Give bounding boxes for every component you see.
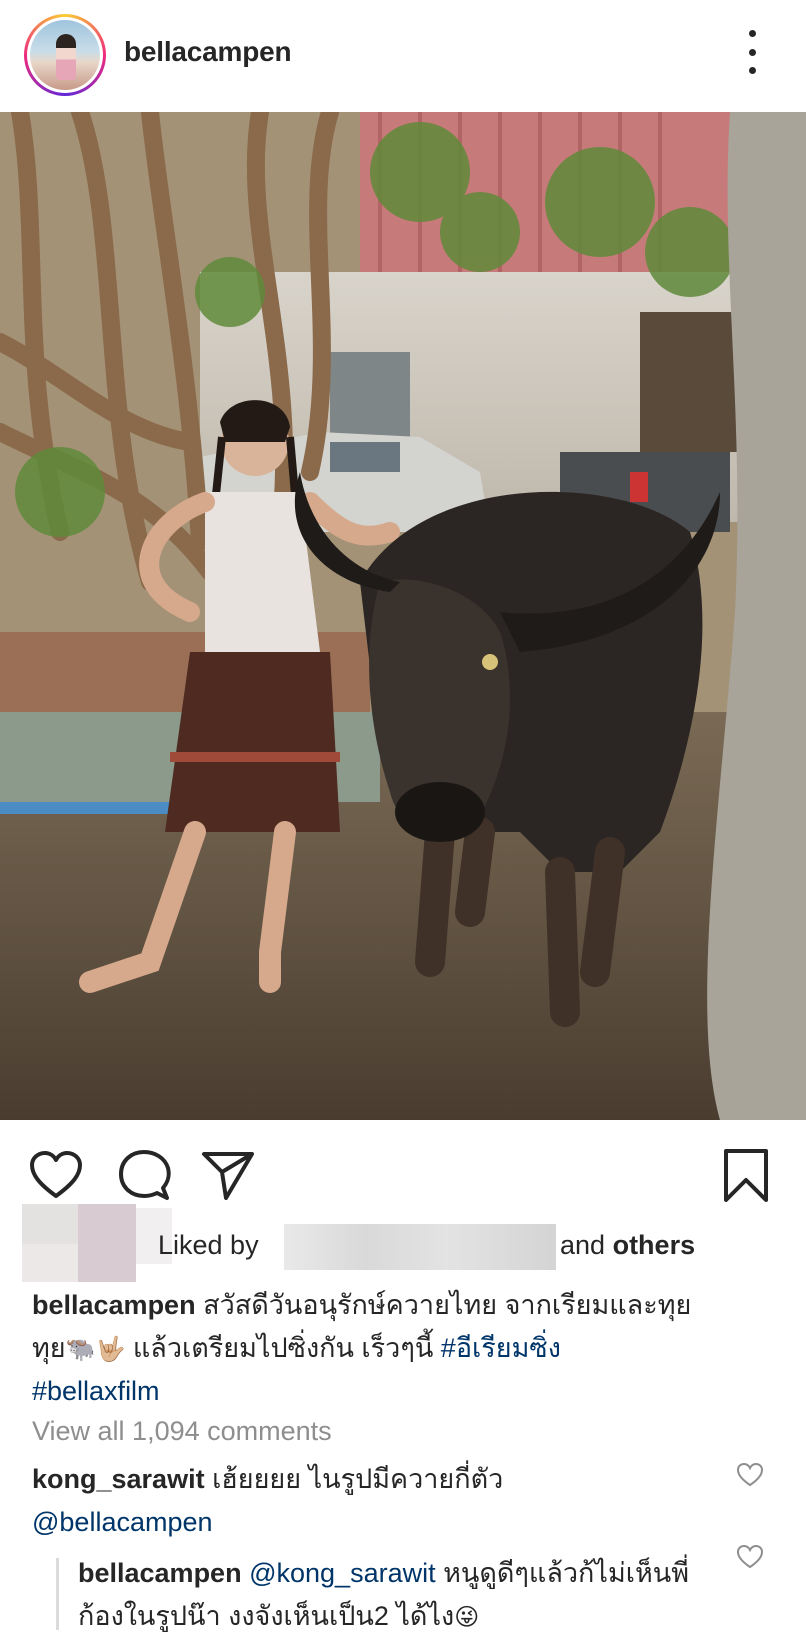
comment-username[interactable]: bellacampen [78,1558,242,1588]
comment-text: เฮ้ยยยย ไนรูปมีควายกี่ตัว [212,1464,504,1494]
heart-icon [30,1151,82,1198]
mention-link[interactable]: @kong_sarawit [249,1558,436,1588]
comment-like-button[interactable] [736,1462,764,1488]
love-you-gesture-emoji: 🤟🏼 [95,1335,126,1363]
others-link[interactable]: others [613,1230,696,1260]
liker-avatars-blurred [22,1204,172,1282]
save-button[interactable] [718,1148,774,1204]
mention-link[interactable]: @bellacampen [32,1507,213,1537]
share-button[interactable] [200,1148,256,1204]
photo-illustration [0,112,806,1120]
comment-button[interactable] [116,1148,172,1204]
caption-text-line2a: ทุย [32,1333,66,1363]
comment-item: kong_sarawit เฮ้ยยยย ไนรูปมีควายกี่ตัว @… [32,1458,732,1544]
caption-username[interactable]: bellacampen [32,1290,196,1320]
heart-icon [736,1462,764,1487]
like-button[interactable] [28,1148,84,1204]
water-buffalo-emoji: 🐃 [65,1335,96,1363]
post-caption: bellacampen สวัสดีวันอนุรักษ์ควายไทย จาก… [32,1284,782,1413]
reply-thread-line [56,1558,59,1630]
and-others: and others [560,1230,696,1260]
bookmark-icon [724,1149,768,1202]
view-all-comments-link[interactable]: View all 1,094 comments [32,1416,332,1447]
heart-icon [736,1544,764,1569]
comment-like-button[interactable] [736,1544,764,1570]
profile-avatar[interactable] [24,14,106,96]
caption-text-line1: สวัสดีวันอนุรักษ์ควายไทย จากเรียมและทุย [203,1290,692,1320]
more-vertical-icon[interactable] [740,30,764,74]
paper-plane-icon [202,1152,254,1200]
hashtag-link[interactable]: #bellaxfilm [32,1376,160,1406]
avatar-image [30,20,100,90]
hashtag-link[interactable]: #อีเรียมซิ่ง [441,1333,561,1363]
reply-item: bellacampen @kong_sarawit หนูดูดีๆแล้วก้… [78,1552,718,1636]
post-username[interactable]: bellacampen [124,36,292,68]
post-photo[interactable] [0,112,806,1120]
liker-name-blurred [284,1224,556,1270]
liked-by-label: Liked by [158,1230,259,1260]
comment-username[interactable]: kong_sarawit [32,1464,205,1494]
caption-text-line2b: แล้วเตรียมไปซิ่งกัน เร็วๆนี้ [125,1333,441,1363]
winking-tongue-emoji: 😜 [454,1603,480,1631]
post-header: bellacampen [0,0,806,112]
likes-summary[interactable]: Liked by and others [22,1204,792,1282]
comment-icon [119,1150,171,1200]
